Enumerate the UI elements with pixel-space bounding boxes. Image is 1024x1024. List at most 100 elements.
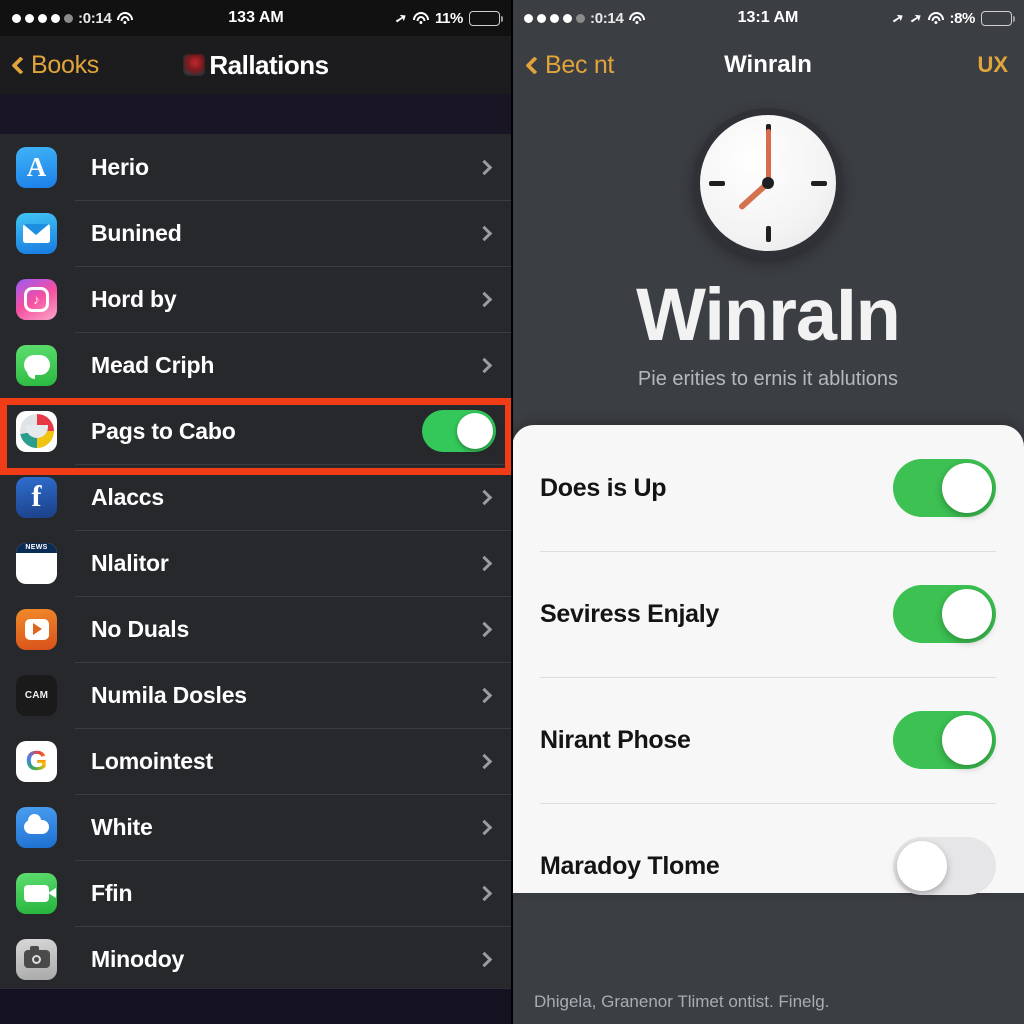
left-bottom-band bbox=[0, 988, 512, 1024]
carrier-signal-dots bbox=[524, 13, 585, 23]
page-title: Rallations bbox=[209, 49, 329, 80]
status-left-group: :0:14 bbox=[524, 10, 645, 27]
status-right-group: ➚ ➚ :8% bbox=[890, 8, 1016, 27]
hero-title: WinraIn bbox=[636, 273, 901, 356]
list-item[interactable]: White bbox=[0, 794, 512, 860]
list-item-label: Ffin bbox=[91, 879, 133, 906]
list-item-highlighted[interactable]: Pags to Cabo bbox=[0, 398, 512, 464]
wifi-icon bbox=[927, 11, 944, 25]
toggle-switch[interactable] bbox=[893, 711, 996, 769]
chevron-right-icon bbox=[476, 687, 493, 703]
battery-percent-label: 11% bbox=[435, 9, 463, 27]
camera-app-icon: CAM bbox=[16, 674, 57, 716]
location-arrow-icon: ➚ bbox=[393, 8, 409, 27]
clock-tick-6 bbox=[765, 226, 771, 242]
carrier-label: :0:14 bbox=[590, 9, 624, 27]
list-item-label: Nlalitor bbox=[91, 549, 169, 576]
app-badge-icon bbox=[183, 54, 206, 76]
clock-icon bbox=[693, 108, 843, 258]
back-button[interactable]: Books bbox=[11, 50, 99, 80]
chevron-right-icon bbox=[476, 753, 493, 769]
battery-percent-label: :8% bbox=[949, 9, 976, 27]
back-button-label: Bec nt bbox=[545, 50, 615, 79]
google-icon: G bbox=[16, 740, 57, 782]
settings-row[interactable]: Does is Up bbox=[540, 425, 996, 551]
chevron-right-icon bbox=[476, 621, 493, 637]
right-status-bar: :0:14 13:1 AM ➚ ➚ :8% bbox=[512, 0, 1024, 36]
carrier-label: :0:14 bbox=[78, 9, 112, 27]
weather-icon bbox=[16, 806, 57, 848]
list-item[interactable]: No Duals bbox=[0, 596, 512, 662]
status-left-group: :0:14 bbox=[12, 10, 133, 27]
location-arrow-icon: ➚ bbox=[890, 8, 906, 27]
chevron-right-icon bbox=[476, 885, 493, 901]
settings-row-label: Maradoy Tlome bbox=[540, 851, 720, 880]
list-item-label: Numila Dosles bbox=[91, 681, 247, 708]
settings-card: Does is Up Seviress Enjaly Nirant Phose … bbox=[512, 425, 1024, 895]
youtube-icon bbox=[16, 608, 57, 650]
toggle-switch[interactable] bbox=[893, 585, 996, 643]
clock-icon-wrap bbox=[512, 108, 1024, 258]
left-status-bar: :0:14 133 AM ➚ 11% bbox=[0, 0, 512, 36]
list-item-label: Mead Criph bbox=[91, 351, 215, 378]
chevron-right-icon bbox=[476, 225, 493, 241]
messages-icon bbox=[16, 344, 57, 386]
chevron-right-icon bbox=[476, 489, 493, 505]
toggle-switch[interactable] bbox=[893, 459, 996, 517]
settings-row[interactable]: Nirant Phose bbox=[540, 677, 996, 803]
list-item-label: Herio bbox=[91, 153, 149, 180]
chevron-right-icon bbox=[476, 291, 493, 307]
facebook-icon: f bbox=[16, 476, 57, 518]
list-item[interactable]: Ffin bbox=[0, 860, 512, 926]
photos-icon bbox=[16, 938, 57, 980]
maps-icon bbox=[16, 410, 57, 452]
left-phone-panel: :0:14 133 AM ➚ 11% Books Rallations A He… bbox=[0, 0, 512, 1024]
news-icon: NEWS bbox=[16, 542, 57, 584]
chevron-left-icon bbox=[525, 55, 544, 75]
list-item[interactable]: A Herio bbox=[0, 134, 512, 200]
list-top-band bbox=[0, 94, 512, 134]
list-item-label: Hord by bbox=[91, 285, 177, 312]
back-button[interactable]: Bec nt bbox=[525, 50, 615, 80]
list-item[interactable]: f Alaccs bbox=[0, 464, 512, 530]
toggle-switch[interactable] bbox=[422, 410, 496, 452]
nav-action-button[interactable]: UX bbox=[977, 52, 1008, 78]
list-item-label: Alaccs bbox=[91, 483, 164, 510]
list-item[interactable]: Minodoy bbox=[0, 926, 512, 992]
settings-row-label: Seviress Enjaly bbox=[540, 599, 719, 628]
list-item[interactable]: Bunined bbox=[0, 200, 512, 266]
chevron-right-icon bbox=[476, 951, 493, 967]
chevron-right-icon bbox=[476, 555, 493, 571]
list-item-label: Pags to Cabo bbox=[91, 417, 236, 444]
clock-minute-hand bbox=[765, 129, 771, 183]
battery-icon bbox=[981, 10, 1016, 26]
wifi-icon bbox=[413, 11, 429, 25]
back-button-label: Books bbox=[31, 50, 99, 79]
music-icon: ♪ bbox=[16, 278, 57, 320]
list-item-label: Bunined bbox=[91, 219, 182, 246]
settings-row-label: Does is Up bbox=[540, 473, 667, 502]
chevron-right-icon bbox=[476, 819, 493, 835]
chevron-left-icon bbox=[11, 55, 30, 75]
location-arrow-icon: ➚ bbox=[908, 8, 924, 27]
chevron-right-icon bbox=[476, 357, 493, 373]
toggle-switch[interactable] bbox=[893, 837, 996, 895]
facetime-icon bbox=[16, 872, 57, 914]
settings-row[interactable]: Maradoy Tlome bbox=[540, 803, 996, 929]
list-item[interactable]: ♪ Hord by bbox=[0, 266, 512, 332]
list-item[interactable]: CAM Numila Dosles bbox=[0, 662, 512, 728]
right-phone-panel: :0:14 13:1 AM ➚ ➚ :8% Bec nt WinraIn UX bbox=[512, 0, 1024, 1024]
left-nav-bar: Books Rallations bbox=[0, 36, 512, 94]
settings-row[interactable]: Seviress Enjaly bbox=[540, 551, 996, 677]
battery-icon bbox=[469, 10, 504, 26]
footer-note: Dhigela, Granenor Tlimet ontist. Finelg. bbox=[512, 979, 1024, 1024]
list-item[interactable]: NEWS Nlalitor bbox=[0, 530, 512, 596]
right-nav-bar: Bec nt WinraIn UX bbox=[512, 36, 1024, 94]
chevron-right-icon bbox=[476, 159, 493, 175]
list-item[interactable]: Mead Criph bbox=[0, 332, 512, 398]
clock-tick-9 bbox=[709, 180, 725, 186]
list-item[interactable]: G Lomointest bbox=[0, 728, 512, 794]
hero-section: WinraIn Pie erities to ernis it ablution… bbox=[512, 94, 1024, 391]
settings-row-label: Nirant Phose bbox=[540, 725, 691, 754]
wifi-icon bbox=[628, 11, 645, 25]
